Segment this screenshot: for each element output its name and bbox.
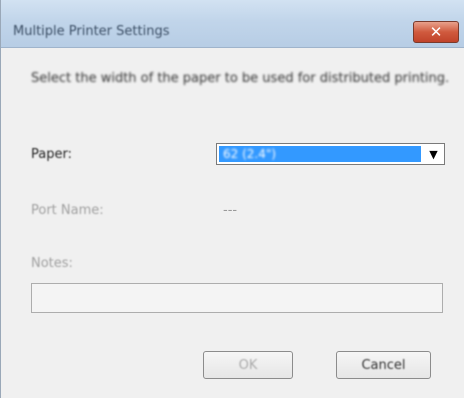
notes-field[interactable] xyxy=(31,283,443,313)
dialog-window: Multiple Printer Settings ✕ Select the w… xyxy=(0,0,464,398)
paper-dropdown[interactable]: 62 (2.4") ▼ xyxy=(216,143,445,165)
close-icon: ✕ xyxy=(429,23,443,41)
paper-label: Paper: xyxy=(31,147,72,162)
ok-button-label: OK xyxy=(238,357,258,373)
port-name-label: Port Name: xyxy=(31,203,104,218)
paper-selected-value: 62 (2.4") xyxy=(219,146,421,162)
ok-button[interactable]: OK xyxy=(203,351,293,379)
close-button[interactable]: ✕ xyxy=(413,21,459,43)
paper-selected-text: 62 (2.4") xyxy=(223,147,277,161)
title-bar[interactable]: Multiple Printer Settings ✕ xyxy=(1,0,464,48)
cancel-button[interactable]: Cancel xyxy=(336,351,431,379)
window-title: Multiple Printer Settings xyxy=(13,24,170,39)
description-text: Select the width of the paper to be used… xyxy=(31,71,450,86)
notes-label: Notes: xyxy=(31,256,73,271)
cancel-button-label: Cancel xyxy=(361,357,406,373)
port-name-value: --- xyxy=(223,203,238,218)
chevron-down-icon[interactable]: ▼ xyxy=(424,145,443,163)
